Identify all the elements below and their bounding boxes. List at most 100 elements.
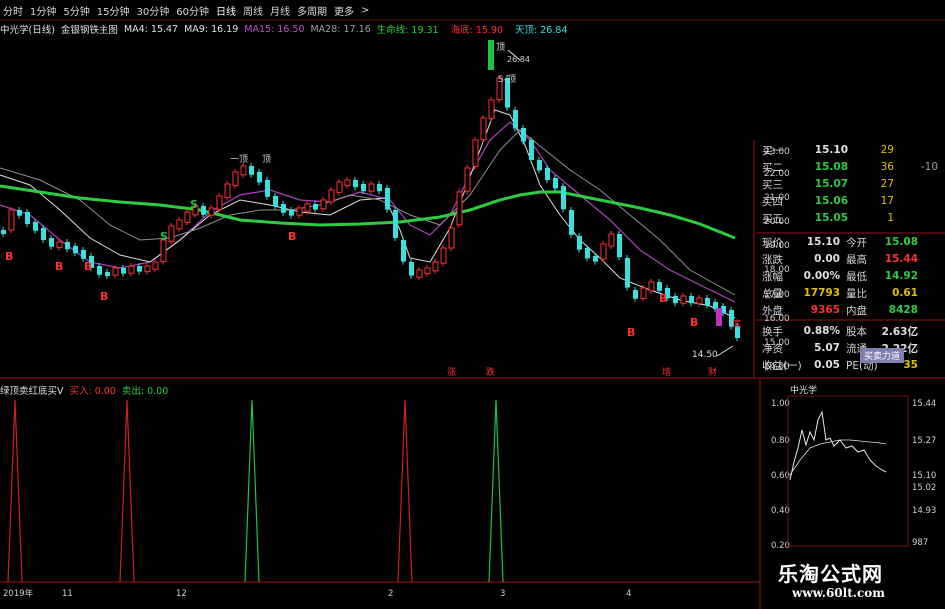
bid-label: 买三 bbox=[762, 178, 783, 191]
mini-price-line bbox=[789, 410, 887, 481]
candle-body bbox=[320, 199, 327, 210]
stat-value: 14.92 bbox=[884, 270, 918, 282]
candle-body bbox=[553, 178, 558, 189]
candle-body bbox=[456, 191, 463, 226]
bid-row[interactable]: 买五 15.05 1 bbox=[762, 209, 945, 227]
stat-row: 收益(一) 0.05 PE(动) 35 bbox=[762, 356, 945, 374]
stat-value: 8428 bbox=[888, 304, 918, 316]
ma-white-line bbox=[0, 109, 736, 319]
mini-axis-tick: 14.93 bbox=[912, 506, 936, 516]
bid-row[interactable]: 买四 15.06 17 bbox=[762, 192, 945, 210]
candle-body bbox=[561, 186, 566, 210]
candle-body bbox=[432, 261, 439, 272]
date-tick: 11 bbox=[62, 589, 73, 599]
candle-body bbox=[289, 210, 294, 216]
stat-value: 2.63亿 bbox=[881, 325, 918, 338]
candle-body bbox=[353, 180, 358, 188]
bid-change: -10 bbox=[920, 161, 938, 173]
sub-axis: 1.00 0.80 0.60 0.40 0.20 bbox=[771, 399, 790, 551]
candle-body bbox=[696, 297, 703, 305]
sub-indicator-bar: 绿顶卖红底买V 买入: 0.00 卖出: 0.00 bbox=[0, 383, 174, 397]
stat-label: 外盘 bbox=[762, 304, 783, 317]
buy-spike bbox=[7, 399, 23, 583]
watermark-title: 乐淘公式网 bbox=[778, 562, 883, 586]
sub-axis-tick: 0.40 bbox=[771, 506, 790, 516]
stat-row: 换手 0.88% 股本 2.63亿 bbox=[762, 322, 945, 340]
candle-body bbox=[464, 167, 471, 192]
stat-row: 净资 5.07 流通 2.22亿 bbox=[762, 339, 945, 357]
candle-body bbox=[25, 212, 30, 224]
candle-body bbox=[304, 203, 311, 212]
bid-volume: 36 bbox=[880, 161, 894, 173]
force-badge[interactable]: 买卖力道 bbox=[860, 348, 905, 363]
watermark-url: www.60lt.com bbox=[792, 586, 885, 600]
sub-axis-tick: 0.80 bbox=[771, 436, 790, 446]
candle-body bbox=[673, 296, 678, 304]
low-purple-marker bbox=[716, 308, 722, 326]
bottom-label: 底 bbox=[732, 318, 741, 330]
candle-body bbox=[336, 181, 343, 193]
low-value: 14.50 bbox=[692, 350, 718, 360]
stat-value: 15.08 bbox=[884, 236, 918, 248]
candle-body bbox=[49, 238, 54, 247]
candle-body bbox=[416, 269, 423, 278]
mini-axis-tick: 15.27 bbox=[912, 436, 936, 446]
candle-body bbox=[401, 240, 406, 262]
candle-body bbox=[313, 204, 318, 210]
candle-body bbox=[33, 222, 38, 231]
bid-row[interactable]: 买三 15.07 27 bbox=[762, 175, 945, 193]
candle-body bbox=[216, 195, 223, 211]
candle-body bbox=[65, 242, 70, 250]
b-signal: B bbox=[627, 326, 635, 339]
bid-volume: 1 bbox=[887, 212, 894, 224]
candle-body bbox=[296, 207, 303, 216]
candle-body bbox=[648, 281, 655, 292]
buy-spike bbox=[397, 399, 413, 583]
candle-body bbox=[440, 247, 447, 264]
stat-label: 最高 bbox=[846, 253, 867, 266]
stat-value: 9365 bbox=[810, 304, 840, 316]
signal-spikes bbox=[7, 399, 504, 583]
event-tags: 涨 跌 增 财 bbox=[447, 366, 717, 378]
stat-label: 净资 bbox=[762, 342, 783, 355]
candle-body bbox=[176, 219, 183, 230]
stat-label: 股本 bbox=[846, 325, 867, 338]
s-top-label: S-顶 bbox=[498, 74, 516, 85]
sub-indicator-name[interactable]: 绿顶卖红底买V bbox=[0, 383, 64, 397]
mini-axis-tick: 15.44 bbox=[912, 399, 936, 409]
date-tick: 12 bbox=[176, 589, 187, 599]
candle-body bbox=[617, 234, 622, 258]
date-tick: 4 bbox=[626, 589, 631, 599]
b-signal: B bbox=[690, 316, 698, 329]
mini-right-axis: 15.44 15.27 15.10 15.02 14.93 987 bbox=[912, 399, 936, 548]
sell-value: 卖出: 0.00 bbox=[121, 386, 169, 397]
mini-volume: 987 bbox=[912, 538, 928, 548]
candle-body bbox=[160, 239, 167, 263]
buy-value: 买入: 0.00 bbox=[69, 386, 116, 397]
bid-row[interactable]: 买二 15.08 36 -10 bbox=[762, 158, 945, 176]
stat-value: 17793 bbox=[803, 287, 840, 299]
sub-axis-tick: 1.00 bbox=[771, 399, 790, 409]
candle-body bbox=[577, 236, 582, 250]
stat-row: 涨跌 0.00 最高 15.44 bbox=[762, 250, 945, 268]
candle-body bbox=[41, 228, 46, 240]
ma-purple-line bbox=[0, 121, 736, 303]
mini-axis-tick: 15.02 bbox=[912, 483, 936, 493]
peak-top-label: 顶 bbox=[496, 42, 505, 53]
candle-body bbox=[361, 184, 366, 192]
candle-body bbox=[448, 227, 455, 249]
bid-row[interactable]: 买一 15.10 29 bbox=[762, 141, 945, 159]
peak-green-marker bbox=[488, 40, 494, 70]
stat-value: 0.61 bbox=[892, 287, 918, 299]
candle-body bbox=[368, 183, 375, 192]
candle-body bbox=[529, 140, 534, 160]
date-tick: 2019年 bbox=[3, 588, 34, 599]
candle-body bbox=[705, 298, 710, 306]
low-arrow bbox=[716, 345, 734, 357]
bid-price: 15.06 bbox=[814, 195, 848, 207]
candle-body bbox=[545, 168, 550, 180]
candlestick-series bbox=[1, 75, 740, 341]
bid-label: 买五 bbox=[762, 212, 783, 225]
candle-body bbox=[168, 225, 175, 242]
candle-body bbox=[232, 171, 239, 187]
